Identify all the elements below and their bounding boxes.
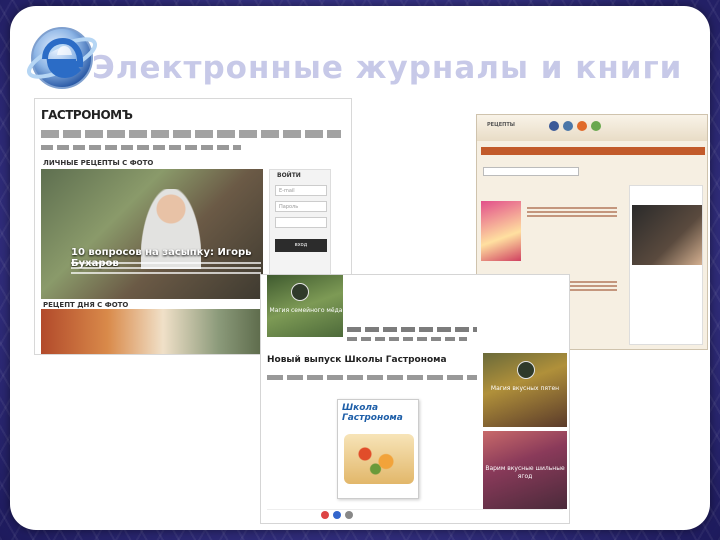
- share-icon[interactable]: [333, 511, 341, 519]
- recipe-card-photo[interactable]: [481, 201, 521, 261]
- login-title: ВОЙТИ: [277, 172, 301, 179]
- recipe-photo-strip: [41, 309, 263, 354]
- issue-title: Новый выпуск Школы Гастронома: [267, 355, 447, 365]
- site-nav: [41, 130, 341, 138]
- screenshot-school: Магия семейного мёда Новый выпуск Школы …: [260, 274, 570, 524]
- login-button[interactable]: вход: [275, 239, 327, 252]
- site-subnav: [41, 145, 241, 150]
- section-heading: ЛИЧНЫЕ РЕЦЕПТЫ С ФОТО: [43, 159, 154, 167]
- recipe-site-brand: РЕЦЕПТЫ: [487, 122, 515, 128]
- right-banner-bottom-label: Варим вкусные шильные ягод: [485, 465, 565, 480]
- magazine-cover[interactable]: Школа Гастронома: [337, 399, 419, 499]
- password-field[interactable]: Пароль: [275, 201, 327, 212]
- search-input[interactable]: [483, 167, 579, 176]
- sidebar-photo: [632, 205, 702, 265]
- badge-icon: [517, 361, 535, 379]
- hero-photo: [41, 169, 263, 299]
- share-icon[interactable]: [345, 511, 353, 519]
- email-field[interactable]: Е-mail: [275, 185, 327, 196]
- cover-title: Школа Гастронома: [342, 403, 403, 423]
- slide-title: Электронные журналы и книги: [92, 50, 683, 86]
- badge-icon: [291, 283, 309, 301]
- e-globe-icon: [26, 27, 98, 89]
- recipe-site-menu[interactable]: [481, 147, 705, 155]
- hero-description: [71, 262, 261, 276]
- section-heading-2: РЕЦЕПТ ДНЯ С ФОТО: [43, 301, 129, 309]
- social-icon[interactable]: [591, 121, 601, 131]
- social-icon[interactable]: [577, 121, 587, 131]
- login-select[interactable]: [275, 217, 327, 228]
- right-banner-top-label: Магия вкусных пятен: [490, 385, 560, 392]
- share-icon[interactable]: [321, 511, 329, 519]
- social-icon[interactable]: [563, 121, 573, 131]
- recipe-card-text: [527, 207, 617, 219]
- share-bar: [267, 509, 563, 521]
- site-nav: [347, 327, 477, 332]
- slide: Электронные журналы и книги ГАСТРОНОМЪ Л…: [10, 6, 710, 530]
- site-brand: ГАСТРОНОМЪ: [41, 108, 133, 122]
- cover-food-photo: [344, 434, 414, 484]
- left-banner-label: Магия семейного мёда: [269, 307, 343, 314]
- social-icon[interactable]: [549, 121, 559, 131]
- issue-description: [267, 375, 477, 380]
- site-subnav: [347, 337, 467, 341]
